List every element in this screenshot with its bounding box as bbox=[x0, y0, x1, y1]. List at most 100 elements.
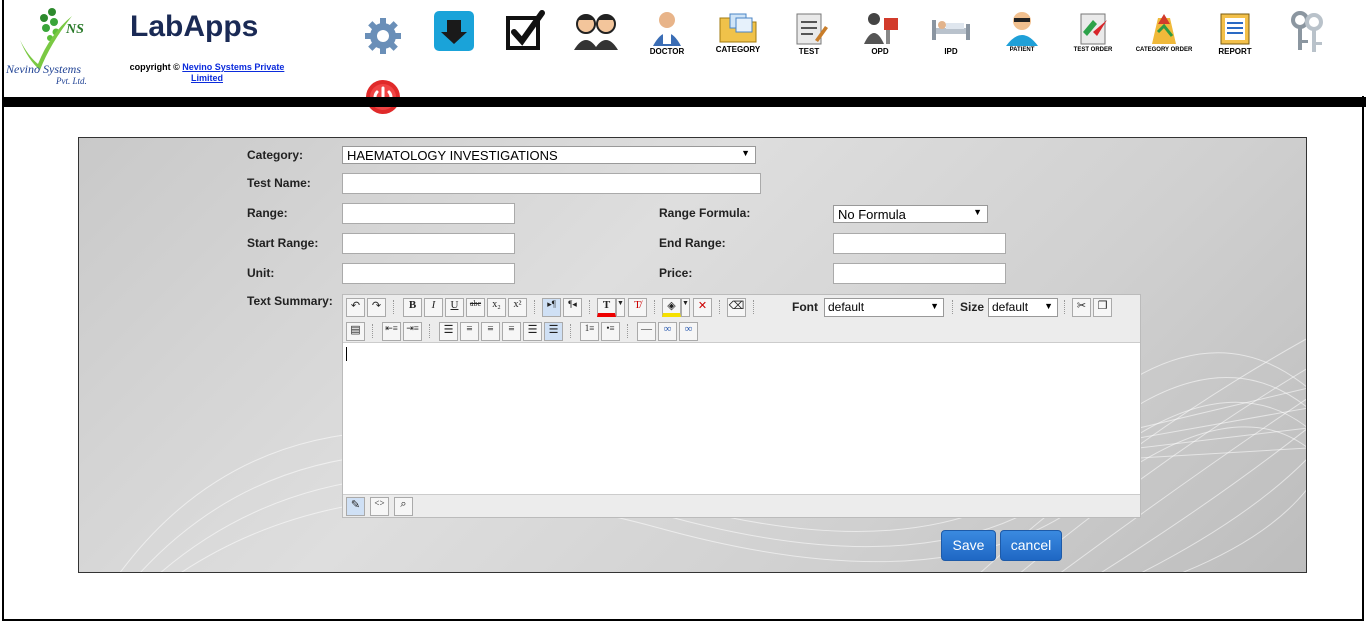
align-justify-button[interactable]: ☰ bbox=[523, 322, 542, 341]
header-divider bbox=[4, 97, 1366, 107]
range-formula-select[interactable]: No Formula ▼ bbox=[833, 205, 988, 223]
save-button[interactable]: Save bbox=[941, 530, 996, 561]
editor-mode-bar: ✎ <> ⌕ bbox=[343, 494, 1140, 517]
unit-input[interactable] bbox=[342, 263, 515, 284]
nav-ipd[interactable]: IPD bbox=[920, 10, 982, 70]
horizontal-rule-icon: — bbox=[641, 323, 652, 335]
text-color-button[interactable]: T bbox=[597, 298, 616, 317]
nav-category-order[interactable]: CATEGORY ORDER bbox=[1133, 10, 1195, 70]
test-name-input[interactable] bbox=[342, 173, 761, 194]
unordered-list-button[interactable]: •≡ bbox=[601, 322, 620, 341]
undo-icon: ↶ bbox=[350, 300, 361, 312]
users-icon bbox=[574, 14, 618, 50]
nav-patient[interactable]: PATIENT bbox=[991, 10, 1053, 70]
copyright: copyright © Nevino Systems Private Limit… bbox=[117, 62, 297, 84]
range-formula-label: Range Formula: bbox=[659, 206, 751, 220]
end-range-label: End Range: bbox=[659, 236, 726, 250]
horizontal-rule-button[interactable]: — bbox=[637, 322, 656, 341]
header: NS Nevino Systems Pvt. Ltd. LabApps copy… bbox=[4, 0, 1366, 114]
range-input[interactable] bbox=[342, 203, 515, 224]
ltr-button[interactable]: ▸¶ bbox=[542, 298, 561, 317]
align-left-button[interactable]: ≡ bbox=[460, 322, 479, 341]
bold-icon: B bbox=[408, 299, 417, 311]
italic-button[interactable]: I bbox=[424, 298, 443, 317]
rtl-button[interactable]: ¶◂ bbox=[563, 298, 582, 317]
nav-test-label: TEST bbox=[798, 47, 820, 56]
nav-doctor[interactable]: DOCTOR bbox=[636, 10, 698, 70]
price-input[interactable] bbox=[833, 263, 1006, 284]
highlight-button[interactable]: ◈ bbox=[662, 298, 681, 317]
report-icon bbox=[1220, 13, 1250, 45]
test-form-panel: Category: HAEMATOLOGY INVESTIGATIONS ▼ T… bbox=[78, 137, 1307, 573]
font-select[interactable]: default ▼ bbox=[824, 298, 944, 317]
nav-category-order-label: CATEGORY ORDER bbox=[1135, 47, 1193, 53]
cut-button[interactable]: ✂ bbox=[1072, 298, 1091, 317]
text-color-dropdown[interactable]: ▼ bbox=[616, 298, 625, 317]
ordered-list-button[interactable]: 1≡ bbox=[580, 322, 599, 341]
remove-format-button[interactable]: T̸ bbox=[628, 298, 647, 317]
nav-test-order[interactable]: TEST ORDER bbox=[1062, 10, 1124, 70]
strikethrough-button[interactable]: abc bbox=[466, 298, 485, 317]
editor-content-area[interactable] bbox=[343, 344, 1140, 494]
chevron-down-icon: ▼ bbox=[930, 301, 939, 311]
align-center-icon: ≡ bbox=[487, 323, 494, 335]
copyright-link[interactable]: Nevino Systems Private Limited bbox=[182, 62, 284, 83]
strikethrough-icon: abc bbox=[469, 299, 482, 308]
insert-link-button[interactable]: ∞ bbox=[658, 322, 677, 341]
subscript-button[interactable]: x₂ bbox=[487, 298, 506, 317]
align-right-button[interactable]: ≡ bbox=[502, 322, 521, 341]
chevron-down-icon: ▼ bbox=[682, 299, 689, 307]
paste-icon: ▤ bbox=[350, 324, 361, 336]
app-title: LabApps bbox=[130, 10, 259, 43]
paint-bucket-icon: ◈ bbox=[667, 300, 676, 312]
format-block-button[interactable]: ☰ bbox=[439, 322, 458, 341]
redo-icon: ↷ bbox=[371, 300, 382, 312]
redo-button[interactable]: ↷ bbox=[367, 298, 386, 317]
copyright-prefix: copyright © bbox=[129, 62, 180, 72]
font-select-value: default bbox=[828, 300, 865, 314]
size-select[interactable]: default ▼ bbox=[988, 298, 1058, 317]
notepad-icon bbox=[796, 13, 828, 45]
toolbar-separator bbox=[372, 324, 373, 338]
nav-settings[interactable] bbox=[352, 10, 414, 70]
design-mode-button[interactable]: ✎ bbox=[346, 497, 365, 516]
format-block-icon: ☰ bbox=[443, 324, 454, 336]
eraser-button[interactable]: ⌫ bbox=[727, 298, 746, 317]
bed-icon bbox=[932, 20, 970, 40]
nav-report[interactable]: REPORT bbox=[1204, 10, 1266, 70]
undo-button[interactable]: ↶ bbox=[346, 298, 365, 317]
html-mode-button[interactable]: <> bbox=[370, 497, 389, 516]
indent-button[interactable]: ⇥≡ bbox=[403, 322, 422, 341]
paste-word-button[interactable]: ▤ bbox=[346, 322, 365, 341]
nav-users[interactable] bbox=[565, 10, 627, 70]
unlink-button[interactable]: ∞ bbox=[679, 322, 698, 341]
nav-keys[interactable] bbox=[1275, 10, 1337, 70]
logo-ns-text: NS bbox=[66, 22, 84, 37]
align-center-button[interactable]: ≡ bbox=[481, 322, 500, 341]
editor-toolbar-row-1: ↶ ↷ B I U abc x₂ x² ▸¶ ¶◂ T ▼ T̸ ◈ ▼ ✕ ⌫… bbox=[343, 295, 1140, 319]
cancel-button[interactable]: cancel bbox=[1000, 530, 1062, 561]
underline-button[interactable]: U bbox=[445, 298, 464, 317]
superscript-button[interactable]: x² bbox=[508, 298, 527, 317]
nav-patient-label: PATIENT bbox=[1009, 47, 1035, 53]
company-logo: NS Nevino Systems Pvt. Ltd. bbox=[6, 4, 98, 88]
nav-import[interactable] bbox=[423, 10, 485, 70]
download-icon bbox=[434, 11, 474, 51]
highlight-dropdown[interactable]: ▼ bbox=[681, 298, 690, 317]
align-full-button[interactable]: ☰ bbox=[544, 322, 563, 341]
outdent-button[interactable]: ⇤≡ bbox=[382, 322, 401, 341]
nav-opd[interactable]: OPD bbox=[849, 10, 911, 70]
preview-mode-button[interactable]: ⌕ bbox=[394, 497, 413, 516]
copy-button[interactable]: ❐ bbox=[1093, 298, 1112, 317]
nav-test-order-label: TEST ORDER bbox=[1073, 47, 1113, 53]
bold-button[interactable]: B bbox=[403, 298, 422, 317]
range-label: Range: bbox=[247, 206, 288, 220]
end-range-input[interactable] bbox=[833, 233, 1006, 254]
nav-category[interactable]: CATEGORY bbox=[707, 10, 769, 70]
gear-icon bbox=[365, 18, 401, 54]
nav-checklist[interactable] bbox=[494, 10, 556, 70]
nav-test[interactable]: TEST bbox=[778, 10, 840, 70]
clear-highlight-button[interactable]: ✕ bbox=[693, 298, 712, 317]
start-range-input[interactable] bbox=[342, 233, 515, 254]
category-select[interactable]: HAEMATOLOGY INVESTIGATIONS ▼ bbox=[342, 146, 756, 164]
